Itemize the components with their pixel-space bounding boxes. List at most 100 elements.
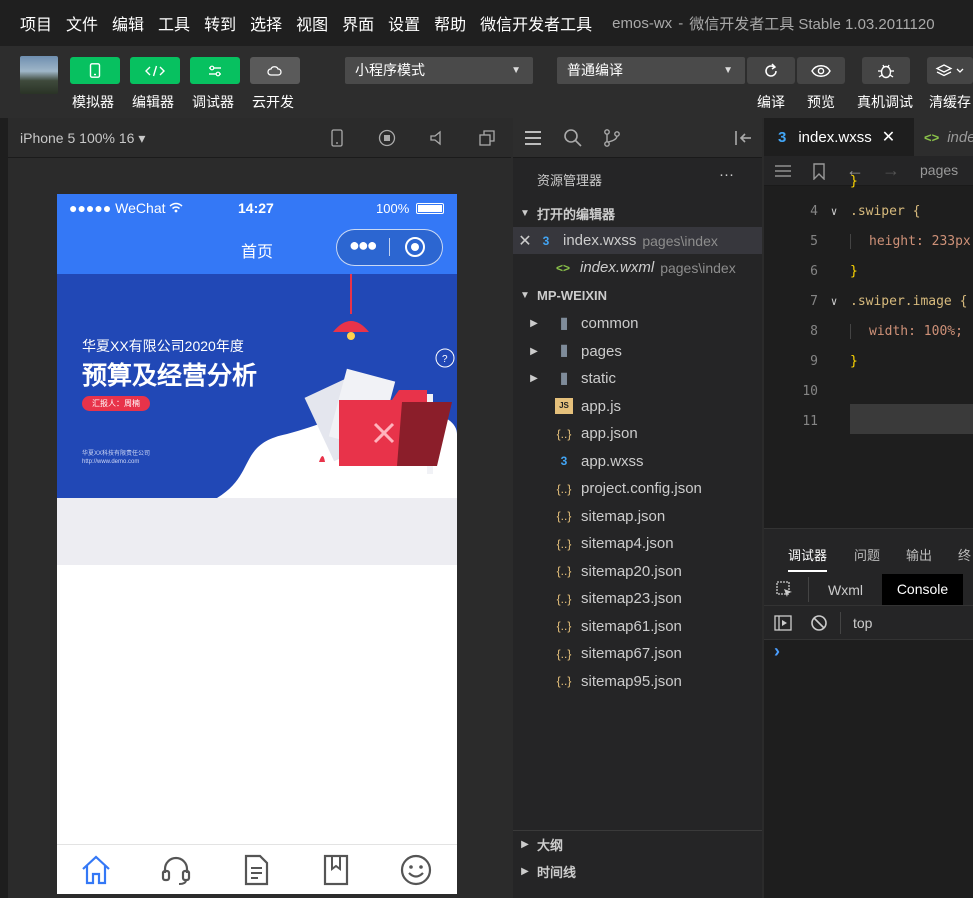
chevron-right-icon[interactable]: ▶	[513, 373, 555, 384]
cloud-dev-button[interactable]	[250, 57, 300, 84]
preview-button[interactable]	[797, 57, 845, 84]
code-line[interactable]: 5 height: 233px	[764, 226, 973, 256]
close-icon[interactable]: ✕	[882, 127, 895, 147]
menu-item-goto[interactable]: 转到	[204, 11, 236, 35]
tab-output[interactable]: 输出	[906, 545, 932, 564]
console-prompt[interactable]: ›	[774, 641, 780, 662]
editor-button[interactable]	[130, 57, 180, 84]
tab-debugger[interactable]: 调试器	[788, 545, 828, 572]
menu-item-interface[interactable]: 界面	[342, 11, 374, 35]
file-tree-item[interactable]: JS app.js	[513, 393, 762, 420]
more-icon[interactable]: ···	[719, 166, 734, 183]
file-tree-item[interactable]: {..} sitemap95.json	[513, 668, 762, 695]
mode-select[interactable]: 小程序模式 ▼	[345, 57, 533, 84]
file-tree-item[interactable]: ▶ ▮ common	[513, 310, 762, 337]
subtab-console[interactable]: Console	[882, 574, 963, 605]
menu-item-view[interactable]: 视图	[296, 11, 328, 35]
file-tree-item[interactable]: {..} sitemap.json	[513, 503, 762, 530]
code-line[interactable]: 8 width: 100%;	[764, 316, 973, 346]
project-header[interactable]: ▼ MP-WEIXIN	[513, 282, 762, 309]
outline-header[interactable]: ▶ 大纲	[513, 831, 762, 858]
file-name: sitemap.json	[581, 507, 666, 525]
banner-footer2: http://www.demo.com	[82, 459, 140, 465]
headset-icon[interactable]	[159, 853, 193, 887]
capsule-button[interactable]: ●●●	[336, 229, 443, 266]
fold-chevron-icon[interactable]: ∨	[818, 205, 850, 218]
chevron-down-icon: ▼	[520, 208, 530, 219]
chevron-right-icon[interactable]: ▶	[513, 346, 555, 357]
simulator-button[interactable]	[70, 57, 120, 84]
timeline-header[interactable]: ▶ 时间线	[513, 858, 762, 885]
home-icon[interactable]	[79, 853, 113, 887]
open-editor-item[interactable]: <> index.wxml pages\index	[513, 254, 762, 281]
file-tree-item[interactable]: ▶ ▮ pages	[513, 338, 762, 365]
tab-terminal[interactable]: 终	[958, 545, 971, 564]
file-tree-item[interactable]: {..} sitemap4.json	[513, 530, 762, 557]
close-icon[interactable]: ✕	[513, 231, 537, 251]
popout-icon[interactable]	[478, 129, 496, 147]
clear-console-icon[interactable]	[810, 614, 828, 632]
code-line[interactable]: 9}	[764, 346, 973, 376]
subtab-wxml[interactable]: Wxml	[828, 582, 863, 598]
remote-debug-button[interactable]	[862, 57, 910, 84]
menu-item-devtools[interactable]: 微信开发者工具	[480, 11, 592, 35]
folder-icon: ▮	[559, 369, 569, 387]
line-number: 5	[810, 233, 818, 249]
swiper-banner[interactable]: 华夏XX有限公司2020年度 预算及经营分析 汇报人：周楠 华夏XX科技有限责任…	[57, 274, 457, 498]
code-line[interactable]: }	[764, 166, 973, 196]
record-icon[interactable]	[378, 129, 396, 147]
file-tree-item[interactable]: 3 app.wxss	[513, 448, 762, 475]
phone-icon[interactable]	[330, 129, 344, 147]
chevron-right-icon[interactable]: ▶	[513, 318, 555, 329]
line-number: 8	[810, 323, 818, 339]
fold-chevron-icon[interactable]: ∨	[818, 295, 850, 308]
code-line[interactable]: 7 ∨ .swiper.image {	[764, 286, 973, 316]
compile-button[interactable]	[747, 57, 795, 84]
tab-index-wxml[interactable]: <> inde	[924, 118, 973, 156]
more-dots-icon[interactable]: ●●●	[349, 235, 378, 256]
volume-icon[interactable]	[428, 129, 446, 147]
menu-item-project[interactable]: 项目	[20, 11, 52, 35]
menu-item-help[interactable]: 帮助	[434, 11, 466, 35]
menu-item-file[interactable]: 文件	[66, 11, 98, 35]
smile-icon[interactable]	[399, 853, 433, 887]
file-tree-item[interactable]: {..} sitemap20.json	[513, 558, 762, 585]
context-select[interactable]: top	[853, 615, 872, 631]
code-text: .swiper {	[850, 203, 921, 219]
file-tree-item[interactable]: {..} sitemap67.json	[513, 640, 762, 667]
banner-reporter: 汇报人：周楠	[82, 396, 150, 411]
debugger-button[interactable]	[190, 57, 240, 84]
menu-item-edit[interactable]: 编辑	[112, 11, 144, 35]
git-branch-icon[interactable]	[603, 128, 621, 148]
line-number: 4	[810, 203, 818, 219]
bookmark-icon[interactable]	[319, 853, 353, 887]
menu-item-settings[interactable]: 设置	[388, 11, 420, 35]
list-icon[interactable]	[523, 129, 543, 147]
tab-index-wxss[interactable]: 3 index.wxss ✕	[764, 118, 914, 156]
code-line[interactable]: 10	[764, 376, 973, 406]
open-editors-header[interactable]: ▼ 打开的编辑器	[513, 200, 762, 227]
menu-item-tools[interactable]: 工具	[158, 11, 190, 35]
file-tree-item[interactable]: {..} sitemap61.json	[513, 613, 762, 640]
file-tree-item[interactable]: {..} sitemap23.json	[513, 585, 762, 612]
sidebar-toggle-icon[interactable]	[774, 615, 792, 631]
open-editor-item[interactable]: ✕ 3 index.wxss pages\index	[513, 227, 762, 254]
document-icon[interactable]	[239, 853, 273, 887]
file-tree-item[interactable]: {..} app.json	[513, 420, 762, 447]
code-line[interactable]: 4 ∨ .swiper {	[764, 196, 973, 226]
file-tree-item[interactable]: {..} project.config.json	[513, 475, 762, 502]
avatar[interactable]	[20, 56, 58, 94]
file-tree-item[interactable]: ▶ ▮ static	[513, 365, 762, 392]
inspect-icon[interactable]	[776, 581, 794, 599]
menu-item-select[interactable]: 选择	[250, 11, 282, 35]
clear-cache-button[interactable]	[927, 57, 973, 84]
compile-select[interactable]: 普通编译 ▼	[557, 57, 745, 84]
search-icon[interactable]	[563, 128, 583, 148]
close-mini-program-icon[interactable]	[404, 236, 426, 258]
file-name: sitemap4.json	[581, 535, 674, 552]
device-select[interactable]: iPhone 5 100% 16 ▾	[20, 130, 145, 147]
tab-problems[interactable]: 问题	[854, 545, 880, 564]
collapse-panel-icon[interactable]	[733, 129, 753, 147]
code-line[interactable]: 6}	[764, 256, 973, 286]
json-file-icon: {..}	[556, 536, 572, 551]
